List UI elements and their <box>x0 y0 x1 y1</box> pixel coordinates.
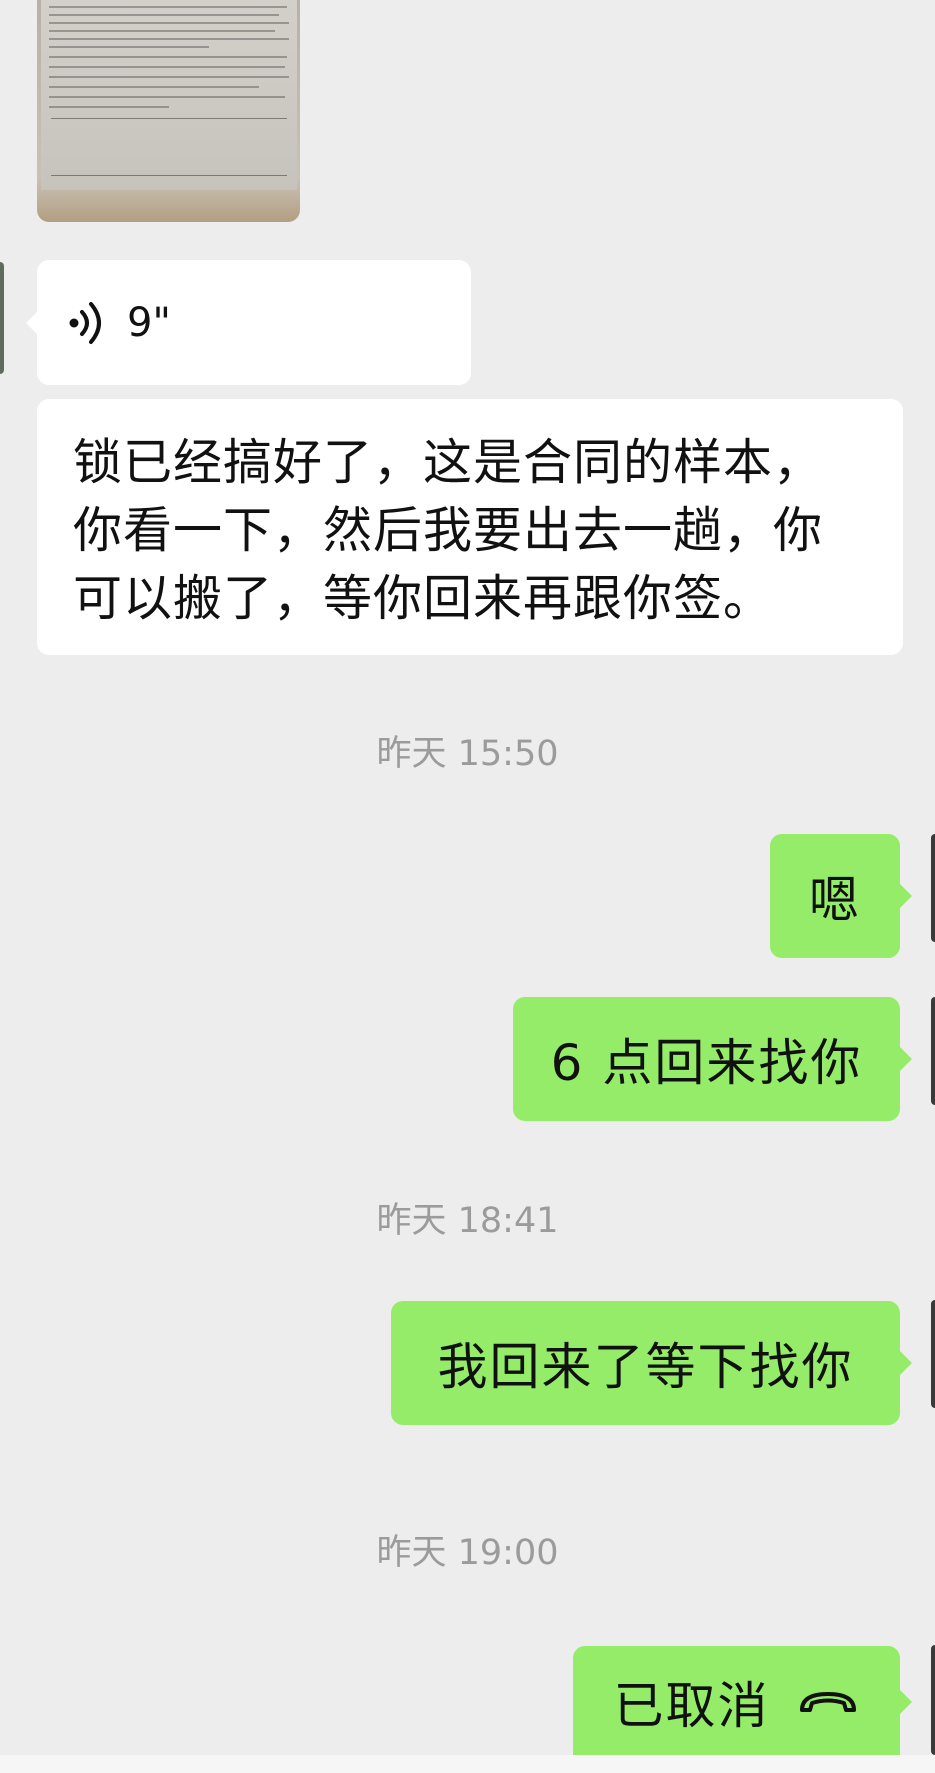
timestamp: 昨天 15:50 <box>376 734 559 774</box>
contract-photo[interactable] <box>37 0 300 222</box>
call-status-message[interactable]: 已取消 <box>573 1646 912 1758</box>
voice-duration: 9" <box>127 299 171 346</box>
message-line: 可以搬了，等你回来再跟你签。 <box>73 570 774 627</box>
message-text: 我回来了等下找你 <box>437 1338 854 1396</box>
hangup-phone-icon <box>799 1692 856 1712</box>
voice-message[interactable]: 9" <box>26 260 471 385</box>
outgoing-message[interactable]: 6 点回来找你 <box>513 997 912 1121</box>
timestamp: 昨天 18:41 <box>376 1201 559 1241</box>
call-status-label: 已取消 <box>613 1677 770 1735</box>
contract-table <box>51 118 287 176</box>
contact-avatar[interactable] <box>0 262 4 374</box>
voice-wave-icon <box>69 301 101 344</box>
my-avatar[interactable] <box>931 834 935 942</box>
message-line: 锁已经搞好了，这是合同的样本， <box>73 434 824 491</box>
incoming-text-message[interactable]: 锁已经搞好了，这是合同的样本， 你看一下，然后我要出去一趟，你 可以搬了，等你回… <box>37 399 903 655</box>
message-text: 6 点回来找你 <box>550 1034 863 1092</box>
message-line: 你看一下，然后我要出去一趟，你 <box>73 502 824 559</box>
contract-paper-image <box>41 0 297 190</box>
my-avatar[interactable] <box>931 1300 935 1408</box>
my-avatar[interactable] <box>931 997 935 1105</box>
my-avatar[interactable] <box>931 1645 935 1755</box>
message-text: 嗯 <box>809 871 861 929</box>
outgoing-message[interactable]: 嗯 <box>770 834 912 958</box>
timestamp: 昨天 19:00 <box>376 1533 559 1573</box>
outgoing-message[interactable]: 我回来了等下找你 <box>391 1301 912 1425</box>
bottom-strip <box>0 1755 935 1773</box>
